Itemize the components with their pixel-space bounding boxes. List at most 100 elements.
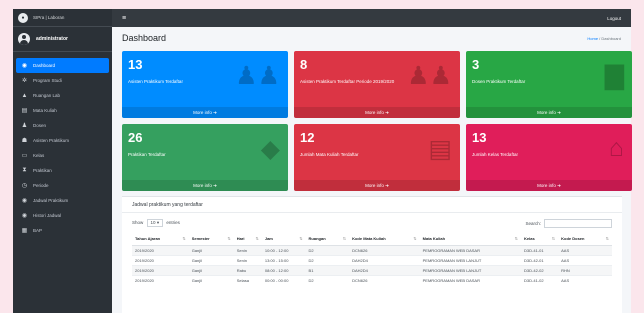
more-info-link[interactable]: More info ➜ [294,180,460,191]
table-cell: Selasa [233,274,262,285]
table-cell: Ganjil [188,274,234,285]
user-panel[interactable]: administrator [13,27,112,52]
book-icon: ▤ [428,135,452,163]
stat-label: Praktikan Terdaftar [128,152,166,157]
table-cell: AAS [558,274,612,285]
more-info-link[interactable]: More info ➜ [466,180,632,191]
stat-box-mata-kuliah: 12 Jumlah Mata Kuliah Terdaftar ▤ More i… [294,124,460,191]
sidebar-item-label: Dosen [33,123,47,128]
table-cell: Senin [233,254,262,265]
sort-icon: ⇅ [182,236,186,242]
column-header[interactable]: Hari ⇅ [233,233,262,246]
stat-box-asisten: 13 Asisten Praktikum Terdaftar ♟♟ More i… [122,51,288,118]
stat-value: 13 [128,57,143,72]
table-cell: DAH2D4 [349,264,420,275]
stat-box-kelas: 13 Jumlah Kelas Terdaftar ⌂ More info ➜ [466,124,632,191]
stat-value: 3 [472,57,480,72]
column-header-label: Kelas [524,236,535,242]
brand[interactable]: ● SIPra | Laboran [13,9,112,27]
table-cell: D3D-41-02 [521,274,559,285]
user-avatar-icon [18,33,30,45]
entries-select[interactable]: 10 ▾ [146,219,164,227]
more-info-link[interactable]: More info ➜ [466,107,632,118]
column-header-label: Kode Mata Kuliah [352,236,386,242]
sidebar-item-label: Praktikan [33,168,52,173]
table-cell: 08:00 - 12:00 [261,264,306,275]
sidebar-item-label: Jadwal Praktikum [33,198,69,203]
column-header[interactable]: Kode Dosen ⇅ [558,233,612,246]
more-info-link[interactable]: More info ➜ [122,107,288,118]
logout-link[interactable]: Logout [607,16,621,21]
sidebar-item-dashboard[interactable]: ◉ Dashboard [16,58,109,73]
breadcrumb: Home / Dashboard [587,36,621,41]
table-row: 2019/2020 Ganjil Senin 13:00 - 15:00 D2 … [132,254,612,265]
table-row: 2019/2020 Ganjil Senin 10:00 - 12:00 D2 … [132,244,612,255]
search-input[interactable] [544,218,612,228]
table-cell: D3D-42-01 [521,254,559,265]
table-cell: 2019/2020 [132,274,189,285]
stat-box-praktikan: 26 Praktikan Terdaftar ◆ More info ➜ [122,124,288,191]
sidebar-item-mata-kuliah[interactable]: ▤ Mata Kuliah [16,103,109,118]
more-info-label: More info [193,183,212,188]
search-control: Search: [525,218,612,228]
history-icon: ◉ [21,213,28,219]
menu-toggle-icon[interactable]: ≡ [122,15,126,22]
sidebar-item-label: Dashboard [33,63,56,68]
table-cell: DCN626 [349,274,420,285]
sidebar-item-label: BAP [33,228,43,233]
more-info-link[interactable]: More info ➜ [294,107,460,118]
column-header[interactable]: Kode Mata Kuliah ⇅ [349,233,420,246]
column-header[interactable]: Tahun Ajaran ⇅ [132,233,189,246]
sidebar-nav: ◉ Dashboard ✲ Program Studi ▲ Ruangan Lab ▤… [13,52,112,238]
main-content: Dashboard Home / Dashboard 13 Asisten Pr… [112,27,632,313]
more-info-label: More info [365,183,384,188]
table-controls: Show 10 ▾ entries Search: [122,213,622,233]
column-header[interactable]: Kelas ⇅ [521,233,559,246]
show-label: Show [132,220,144,225]
table-row: 2019/2020 Ganjil Rabu 08:00 - 12:00 B1 D… [132,264,612,275]
sidebar-item-bap[interactable]: ▦ BAP [16,223,109,238]
briefcase-icon: ▇ [604,62,624,90]
sidebar-item-program-studi[interactable]: ✲ Program Studi [16,73,109,88]
search-label: Search: [525,220,541,226]
building-icon: ▲ [21,92,28,99]
column-header[interactable]: Mata Kuliah ⇅ [419,233,522,246]
book-icon: ▤ [21,108,28,114]
column-header-label: Jam [264,236,273,242]
users-icon: ♟♟ [407,62,452,90]
stat-label: Jumlah Mata Kuliah Terdaftar [300,152,359,157]
sort-icon: ⇅ [551,236,556,242]
breadcrumb-home-link[interactable]: Home [587,36,598,41]
sidebar-item-jadwal-praktikum[interactable]: ◉ Jadwal Praktikum [16,193,109,208]
calendar-icon: ◉ [21,198,28,204]
table-cell: Ganjil [188,254,234,265]
page-header: Dashboard Home / Dashboard [112,27,631,49]
table-cell: 2019/2020 [132,254,189,265]
more-info-link[interactable]: More info ➜ [122,180,288,191]
table-cell: PEMROGRAMAN WEB LANJUT [419,254,522,265]
sidebar-item-dosen[interactable]: ♟ Dosen [16,118,109,133]
column-header[interactable]: Semester ⇅ [188,233,234,246]
sort-icon: ⇅ [227,236,231,242]
more-info-label: More info [537,110,556,115]
more-info-label: More info [193,110,212,115]
brand-name: SIPra | Laboran [33,15,65,20]
table-cell: 00:00 - 00:00 [261,274,306,285]
arrow-circle-right-icon: ➜ [213,182,217,188]
brand-logo-icon: ● [18,12,28,23]
top-navbar: ≡ Logout [112,9,631,27]
table-cell: D3D-42-02 [521,264,559,275]
sidebar-item-histori-jadwal[interactable]: ◉ Histori Jadwal [16,208,109,223]
sidebar-item-asisten-praktikum[interactable]: ☗ Asisten Praktikum [16,133,109,148]
sidebar-item-kelas[interactable]: ▭ Kelas [16,148,109,163]
column-header[interactable]: Ruangan ⇅ [305,233,350,246]
clock-icon: ◷ [21,183,28,189]
table-cell: PEMROGRAMAN WEB DASAR [419,244,522,255]
sidebar-item-praktikan[interactable]: ⧗ Praktikan [16,163,109,178]
column-header[interactable]: Jam ⇅ [261,233,306,246]
sidebar-item-label: Histori Jadwal [33,213,62,218]
sidebar-item-ruangan-lab[interactable]: ▲ Ruangan Lab [16,88,109,103]
table-cell: Rabu [233,264,262,275]
sidebar-item-periode[interactable]: ◷ Periode [16,178,109,193]
column-header-label: Ruangan [308,236,326,242]
